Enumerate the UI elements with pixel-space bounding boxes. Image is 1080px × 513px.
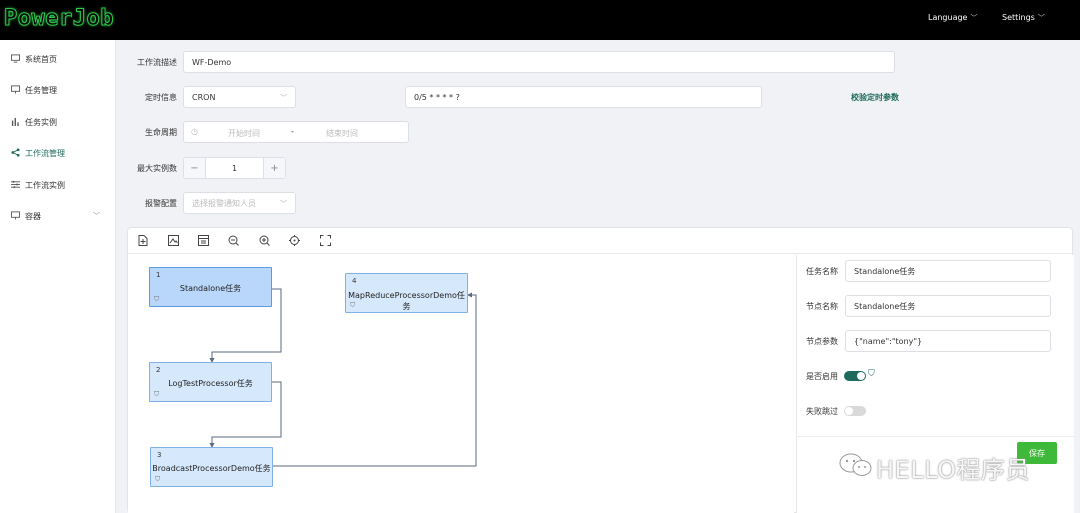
language-menu[interactable]: Language ﹀	[928, 13, 977, 23]
settings-menu[interactable]: Settings ﹀	[1002, 13, 1045, 23]
sidebar-item-tasks[interactable]: 任务管理	[10, 82, 110, 98]
wechat-icon	[839, 453, 872, 476]
task-name-label: 任务名称	[806, 267, 838, 276]
sidebar-item-label: 容器	[25, 211, 41, 221]
share-icon	[10, 147, 21, 159]
start-time-placeholder[interactable]: 开始时间	[228, 128, 260, 139]
max-instances-stepper[interactable]: − 1 +	[183, 157, 286, 179]
shield-icon: ⛉	[154, 390, 160, 398]
shield-check-icon: ⛉	[868, 369, 875, 379]
clock-icon: ◷	[191, 127, 198, 136]
node-params-field[interactable]: {"name":"tony"}	[845, 330, 1051, 352]
enabled-toggle[interactable]	[844, 371, 866, 381]
image-icon[interactable]	[167, 234, 179, 246]
monitor-icon	[10, 53, 21, 65]
node-label: LogTestProcessor任务	[168, 379, 253, 388]
chevron-down-icon: ﹀	[280, 200, 287, 208]
node-name-field[interactable]: Standalone任务	[845, 295, 1051, 317]
task-name-field[interactable]: Standalone任务	[845, 260, 1051, 282]
node-label: Standalone任务	[179, 284, 242, 293]
node-name-label: 节点名称	[806, 302, 838, 311]
sidebar-item-label: 工作流实例	[25, 180, 65, 190]
cron-expression-input[interactable]: 0/5 * * * * ?	[405, 86, 762, 108]
divider	[797, 436, 1075, 437]
layout-icon[interactable]	[197, 234, 209, 246]
toggle-knob	[845, 407, 853, 415]
sidebar-item-label: 任务实例	[25, 117, 57, 127]
alarm-label: 报警配置	[145, 199, 177, 208]
bar-chart-icon	[10, 117, 21, 128]
workflow-node[interactable]: 4 MapReduceProcessorDemo任务 ⛉	[345, 273, 468, 313]
timing-type-value: CRON	[192, 92, 216, 102]
timing-type-select[interactable]: CRON ﹀	[183, 86, 296, 108]
node-params-label: 节点参数	[806, 337, 838, 346]
desc-label: 工作流描述	[137, 58, 177, 67]
sidebar-item-workflow-manage[interactable]: 工作流管理	[10, 145, 110, 161]
increment-button[interactable]: +	[263, 158, 285, 178]
alarm-select[interactable]: 选择报警通知人员 ﹀	[183, 192, 296, 214]
alarm-placeholder: 选择报警通知人员	[192, 198, 256, 208]
chevron-down-icon: ﹀	[1037, 14, 1045, 22]
workflow-node[interactable]: 2 LogTestProcessor任务 ⛉	[149, 362, 272, 402]
sidebar-item-task-instances[interactable]: 任务实例	[10, 114, 110, 130]
edge-3-4	[273, 292, 477, 467]
container-icon	[10, 210, 21, 222]
sidebar-item-label: 工作流管理	[25, 148, 65, 158]
zoom-in-icon[interactable]	[258, 234, 270, 246]
node-id: 2	[156, 366, 161, 374]
shield-icon: ⛉	[155, 475, 161, 483]
shield-icon: ⛉	[350, 301, 356, 309]
sidebar-item-label: 系统首页	[25, 54, 57, 64]
zoom-out-icon[interactable]	[227, 234, 239, 246]
fullscreen-icon[interactable]	[319, 234, 331, 246]
decrement-button[interactable]: −	[184, 158, 206, 178]
lifecycle-range-picker[interactable]: ◷ 开始时间 - 结束时间	[183, 121, 409, 143]
sidebar-item-containers[interactable]: 容器 ﹀	[10, 208, 110, 224]
sidebar-item-home[interactable]: 系统首页	[10, 51, 110, 67]
lifecycle-label: 生命周期	[145, 128, 177, 137]
node-label: BroadcastProcessorDemo任务	[152, 464, 271, 473]
end-time-placeholder[interactable]: 结束时间	[326, 128, 358, 139]
settings-label: Settings	[1002, 13, 1035, 22]
workflow-desc-input[interactable]: WF-Demo	[183, 51, 895, 73]
fit-center-icon[interactable]	[288, 234, 300, 246]
toggle-knob	[857, 372, 865, 380]
skip-on-failure-label: 失败跳过	[806, 407, 838, 416]
node-id: 3	[157, 451, 162, 459]
chevron-down-icon: ﹀	[280, 94, 287, 102]
node-label: MapReduceProcessorDemo任务	[348, 291, 465, 311]
task-icon	[10, 84, 21, 96]
max-instances-label: 最大实例数	[137, 164, 177, 173]
sidebar-item-label: 任务管理	[25, 85, 57, 95]
editor-toolbar	[128, 228, 1072, 254]
chevron-down-icon: ﹀	[970, 14, 978, 22]
workflow-node[interactable]: 1 Standalone任务 ⛉	[149, 267, 272, 307]
sliders-icon	[10, 180, 21, 191]
skip-on-failure-toggle[interactable]	[844, 406, 866, 416]
sidebar-item-workflow-instances[interactable]: 工作流实例	[10, 177, 110, 193]
enabled-label: 是否启用	[806, 372, 838, 381]
language-label: Language	[928, 13, 968, 22]
add-node-icon[interactable]	[137, 234, 149, 246]
node-id: 4	[352, 277, 357, 285]
node-id: 1	[156, 271, 161, 279]
timing-label: 定时信息	[145, 93, 177, 102]
workflow-node[interactable]: 3 BroadcastProcessorDemo任务 ⛉	[150, 447, 273, 487]
top-bar: PowerJob Language ﹀ Settings ﹀	[0, 0, 1080, 40]
chevron-down-icon: ﹀	[93, 212, 100, 220]
range-separator: -	[291, 127, 294, 136]
validate-cron-button[interactable]: 校验定时参数	[851, 92, 899, 103]
shield-icon: ⛉	[154, 295, 160, 303]
sidebar: 系统首页 任务管理 任务实例 工作流管理 工作流实例 容器 ﹀	[0, 40, 116, 513]
workflow-canvas[interactable]: 1 Standalone任务 ⛉ 2 LogTestProcessor任务 ⛉ …	[128, 255, 794, 513]
max-instances-value[interactable]: 1	[206, 158, 263, 178]
watermark-text: HELLO程序员	[876, 456, 1030, 484]
powerjob-logo[interactable]: PowerJob	[4, 6, 114, 32]
